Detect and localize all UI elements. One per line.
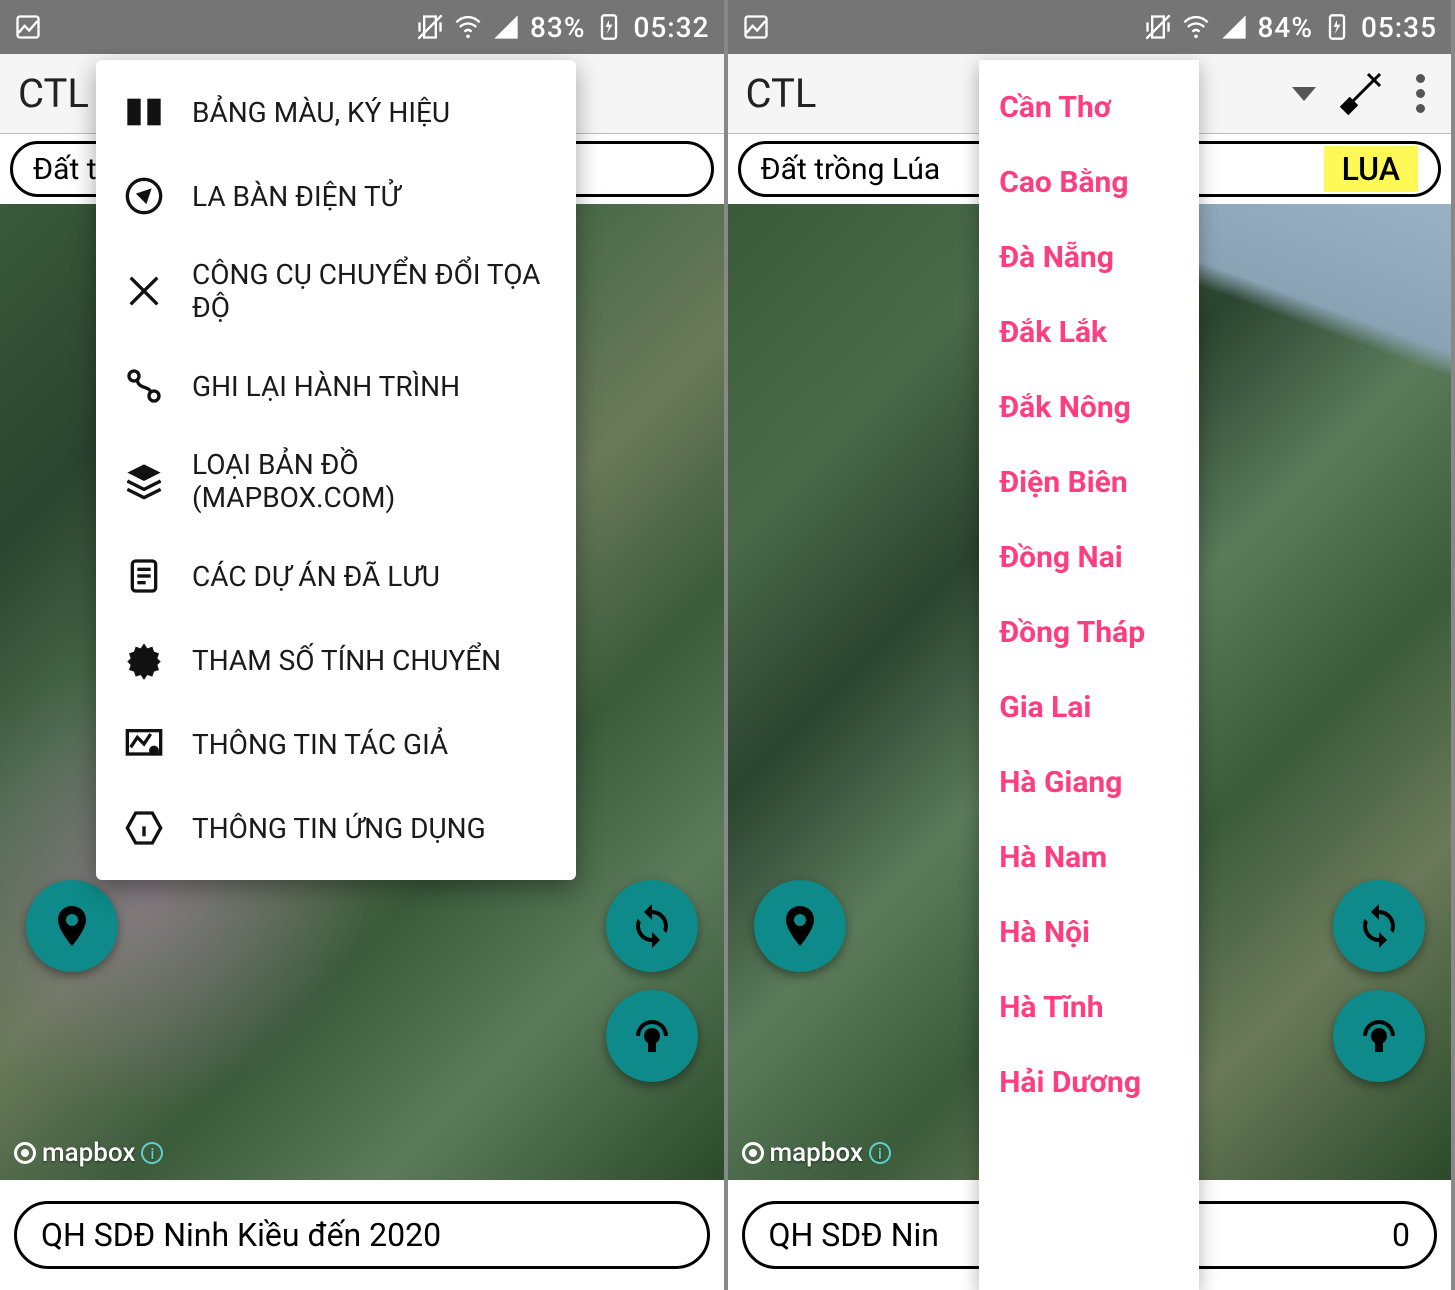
vibrate-icon — [1144, 13, 1172, 41]
info-icon[interactable]: i — [141, 1142, 163, 1164]
menu-label: BẢNG MÀU, KÝ HIỆU — [192, 96, 450, 129]
layers-icon — [122, 459, 166, 503]
status-bar: 84% 05:35 — [728, 0, 1452, 54]
province-option[interactable]: Hải Dương — [979, 1045, 1199, 1120]
attribution-text: mapbox — [770, 1138, 863, 1168]
mapbox-logo-icon — [742, 1142, 764, 1164]
signal-icon — [1220, 13, 1248, 41]
battery-charging-icon — [595, 13, 623, 41]
info-hex-icon — [122, 806, 166, 850]
gear-icon — [122, 638, 166, 682]
ruler-brush-icon[interactable] — [1338, 68, 1386, 120]
menu-label: CÔNG CỤ CHUYỂN ĐỔI TỌA ĐỘ — [192, 258, 550, 324]
image-icon — [14, 13, 42, 41]
broadcast-fab[interactable] — [606, 990, 698, 1082]
province-option[interactable]: Hà Tĩnh — [979, 970, 1199, 1045]
attribution-text: mapbox — [42, 1138, 135, 1168]
app-title: CTL — [18, 70, 89, 117]
battery-charging-icon — [1323, 13, 1351, 41]
overflow-menu[interactable] — [1408, 74, 1433, 113]
menu-label: GHI LẠI HÀNH TRÌNH — [192, 370, 460, 403]
menu-item-track[interactable]: GHI LẠI HÀNH TRÌNH — [96, 344, 576, 428]
menu-item-author[interactable]: THÔNG TIN TÁC GIẢ — [96, 702, 576, 786]
province-option[interactable]: Hà Nội — [979, 895, 1199, 970]
chip-code: LUA — [1324, 146, 1418, 192]
menu-label: LOẠI BẢN ĐỒ (MAPBOX.COM) — [192, 448, 550, 514]
province-option[interactable]: Gia Lai — [979, 670, 1199, 745]
phone-right: 84% 05:35 CTL Đất trồng Lúa L — [728, 0, 1455, 1290]
route-icon — [122, 364, 166, 408]
battery-percent: 84% — [1258, 11, 1313, 44]
sync-fab[interactable] — [606, 880, 698, 972]
province-option[interactable]: Điện Biên — [979, 445, 1199, 520]
legend-icon — [122, 90, 166, 134]
broadcast-fab[interactable] — [1333, 990, 1425, 1082]
province-option[interactable]: Hà Nam — [979, 820, 1199, 895]
app-title: CTL — [746, 70, 817, 117]
clipboard-icon — [122, 554, 166, 598]
plan-label-left: QH SDĐ Nin — [769, 1216, 939, 1254]
province-option[interactable]: Hà Giang — [979, 745, 1199, 820]
status-bar: 83% 05:32 — [0, 0, 724, 54]
clock-time: 05:35 — [1361, 11, 1437, 44]
plan-label: QH SDĐ Ninh Kiều đến 2020 — [41, 1216, 441, 1254]
province-dropdown-trigger[interactable] — [1292, 87, 1316, 101]
menu-item-compass[interactable]: LA BÀN ĐIỆN TỬ — [96, 154, 576, 238]
province-option[interactable]: Đắk Lắk — [979, 295, 1199, 370]
locate-fab[interactable] — [754, 880, 846, 972]
plan-pill[interactable]: QH SDĐ Ninh Kiều đến 2020 — [14, 1201, 710, 1269]
menu-item-app-info[interactable]: THÔNG TIN ỨNG DỤNG — [96, 786, 576, 870]
menu-label: THÔNG TIN ỨNG DỤNG — [192, 812, 486, 845]
locate-fab[interactable] — [26, 880, 118, 972]
clock-time: 05:32 — [633, 11, 709, 44]
wifi-icon — [1182, 13, 1210, 41]
signal-icon — [492, 13, 520, 41]
province-dropdown-list[interactable]: Cần Thơ Cao Bằng Đà Nẵng Đắk Lắk Đắk Nôn… — [979, 60, 1199, 1290]
bottom-bar: QH SDĐ Ninh Kiều đến 2020 — [0, 1180, 724, 1290]
province-option[interactable]: Đồng Nai — [979, 520, 1199, 595]
menu-item-params[interactable]: THAM SỐ TÍNH CHUYỂN — [96, 618, 576, 702]
tools-menu: BẢNG MÀU, KÝ HIỆU LA BÀN ĐIỆN TỬ CÔNG CỤ… — [96, 60, 576, 880]
province-option[interactable]: Đồng Tháp — [979, 595, 1199, 670]
province-option[interactable]: Đắk Nông — [979, 370, 1199, 445]
menu-label: THÔNG TIN TÁC GIẢ — [192, 728, 448, 761]
map-attribution: mapbox i — [742, 1138, 891, 1168]
phone-left: 83% 05:32 CTL Đất trồ — [0, 0, 728, 1290]
info-icon[interactable]: i — [869, 1142, 891, 1164]
battery-percent: 83% — [530, 11, 585, 44]
wifi-icon — [454, 13, 482, 41]
menu-item-map-type[interactable]: LOẠI BẢN ĐỒ (MAPBOX.COM) — [96, 428, 576, 534]
map-attribution: mapbox i — [14, 1138, 163, 1168]
menu-item-coord-convert[interactable]: CÔNG CỤ CHUYỂN ĐỔI TỌA ĐỘ — [96, 238, 576, 344]
menu-item-legend[interactable]: BẢNG MÀU, KÝ HIỆU — [96, 70, 576, 154]
vibrate-icon — [416, 13, 444, 41]
chevron-down-icon — [1292, 87, 1316, 101]
menu-label: CÁC DỰ ÁN ĐÃ LƯU — [192, 560, 440, 593]
compass-icon — [122, 174, 166, 218]
tools-icon — [122, 269, 166, 313]
menu-label: LA BÀN ĐIỆN TỬ — [192, 180, 400, 213]
mapbox-logo-icon — [14, 1142, 36, 1164]
province-option[interactable]: Cao Bằng — [979, 145, 1199, 220]
chip-label: Đất trồng Lúa — [761, 152, 941, 187]
chart-person-icon — [122, 722, 166, 766]
menu-label: THAM SỐ TÍNH CHUYỂN — [192, 644, 501, 677]
sync-fab[interactable] — [1333, 880, 1425, 972]
province-option[interactable]: Đà Nẵng — [979, 220, 1199, 295]
plan-label-right: 0 — [1392, 1216, 1410, 1254]
image-icon — [742, 13, 770, 41]
menu-item-saved-projects[interactable]: CÁC DỰ ÁN ĐÃ LƯU — [96, 534, 576, 618]
province-option[interactable]: Cần Thơ — [979, 70, 1199, 145]
